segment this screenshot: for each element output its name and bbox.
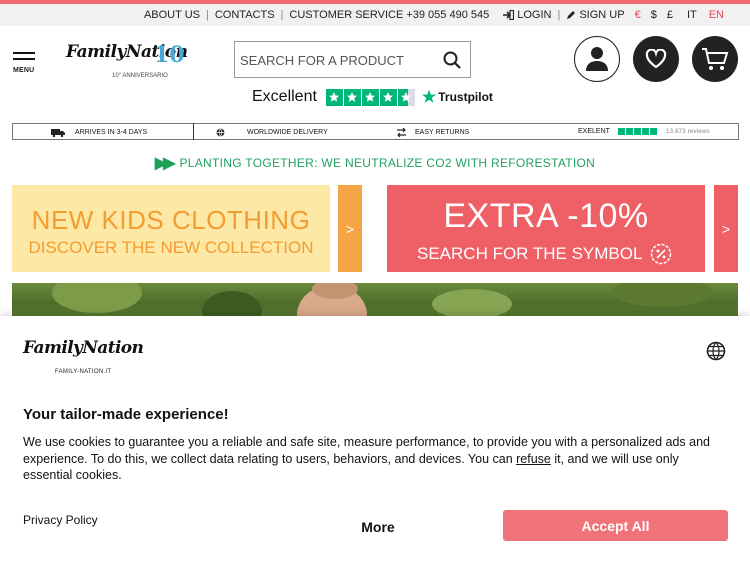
search-icon[interactable] — [442, 50, 462, 70]
extra-discount-banner[interactable]: EXTRA -10% SEARCH FOR THE SYMBOL — [387, 185, 705, 272]
logo-subtitle: 10° ANNIVERSARIO — [112, 73, 168, 79]
currency-euro[interactable]: € — [635, 9, 641, 21]
about-us-link[interactable]: ABOUT US — [144, 9, 200, 21]
currency-dollar[interactable]: $ — [651, 9, 657, 21]
cart-button[interactable] — [692, 36, 738, 82]
globe-icon — [216, 128, 225, 137]
kids-clothing-banner[interactable]: NEW KIDS CLOTHING DISCOVER THE NEW COLLE… — [12, 185, 330, 272]
kids-banner-title: NEW KIDS CLOTHING — [31, 205, 311, 235]
language-it[interactable]: IT — [687, 9, 697, 21]
search-box — [234, 41, 471, 78]
account-button[interactable] — [574, 36, 620, 82]
wishlist-button[interactable] — [633, 36, 679, 82]
cookie-title: Your tailor-made experience! — [23, 406, 229, 423]
separator: | — [280, 9, 284, 21]
star-icon — [361, 88, 379, 106]
refuse-link[interactable]: refuse — [516, 452, 551, 466]
service-info-bar: ARRIVES IN 3-4 DAYS WORLDWIDE DELIVERY E… — [12, 123, 739, 140]
returns-icon — [397, 128, 406, 137]
planting-banner[interactable]: ▶▶ PLANTING TOGETHER: WE NEUTRALIZE CO2 … — [0, 155, 750, 172]
hamburger-icon — [13, 52, 35, 54]
rating-stars — [617, 128, 658, 135]
search-input[interactable] — [240, 51, 430, 69]
promo-banner-title: EXTRA -10% — [443, 197, 649, 235]
privacy-policy-link[interactable]: Privacy Policy — [23, 513, 98, 527]
delivery-info: WORLDWIDE DELIVERY — [216, 128, 328, 137]
currency-pound[interactable]: £ — [667, 9, 673, 21]
rating-info: EXELENT 13.873 reviews — [578, 128, 710, 135]
logo-anniversary-badge: 10 — [154, 42, 185, 68]
heart-icon — [645, 49, 667, 69]
promo-banner-arrow[interactable]: > — [714, 185, 738, 272]
signup-link[interactable]: SIGN UP — [566, 9, 625, 21]
shipping-info: ARRIVES IN 3-4 DAYS — [51, 128, 147, 137]
customer-service-text: CUSTOMER SERVICE +39 055 490 545 — [289, 9, 490, 21]
kids-banner-subtitle: DISCOVER THE NEW COLLECTION — [28, 238, 314, 257]
divider — [193, 123, 194, 140]
cart-icon — [702, 48, 729, 70]
discount-badge-icon — [651, 243, 672, 265]
site-logo[interactable]: FamilyNation 10 10° ANNIVERSARIO — [66, 42, 188, 88]
kids-banner-arrow[interactable]: > — [338, 185, 362, 272]
half-star-icon — [397, 88, 415, 106]
star-icon — [325, 88, 343, 106]
accept-all-button[interactable]: Accept All — [503, 510, 728, 541]
trustpilot-logo: ★ Trustpilot — [421, 89, 493, 106]
star-icon — [379, 88, 397, 106]
cookie-description: We use cookies to guarantee you a reliab… — [23, 435, 710, 482]
login-label: LOGIN — [517, 9, 552, 21]
separator: | — [557, 9, 561, 21]
contacts-link[interactable]: CONTACTS — [215, 9, 275, 21]
login-icon — [503, 10, 515, 20]
trust-rating-label: Excellent — [252, 88, 317, 105]
top-utility-bar: ABOUT US | CONTACTS | CUSTOMER SERVICE +… — [0, 4, 750, 26]
cookie-consent-dialog: FamilyNation FAMILY-NATION.IT Your tailo… — [0, 316, 750, 563]
trustpilot-star-icon: ★ — [421, 89, 437, 106]
trust-stars — [325, 88, 416, 106]
menu-button[interactable]: MENU — [13, 52, 37, 74]
promo-banner-subtitle: SEARCH FOR THE SYMBOL — [417, 243, 672, 265]
star-icon — [343, 88, 361, 106]
more-button[interactable]: More — [330, 512, 426, 542]
pencil-icon — [567, 11, 576, 19]
trustpilot-widget[interactable]: Excellent ★ Trustpilot — [252, 88, 493, 106]
language-globe-icon[interactable] — [706, 341, 726, 361]
planting-text: PLANTING TOGETHER: WE NEUTRALIZE CO2 WIT… — [179, 156, 596, 170]
separator: | — [205, 9, 209, 21]
double-chevron-icon: ▶▶ — [154, 155, 176, 172]
login-link[interactable]: LOGIN — [503, 9, 551, 21]
truck-icon — [51, 129, 65, 137]
signup-label: SIGN UP — [579, 9, 625, 21]
language-en[interactable]: EN — [709, 9, 724, 21]
menu-label: MENU — [13, 67, 35, 74]
user-icon — [586, 47, 608, 71]
returns-info: EASY RETURNS — [396, 128, 469, 137]
cookie-logo: FamilyNation FAMILY-NATION.IT — [23, 338, 144, 375]
